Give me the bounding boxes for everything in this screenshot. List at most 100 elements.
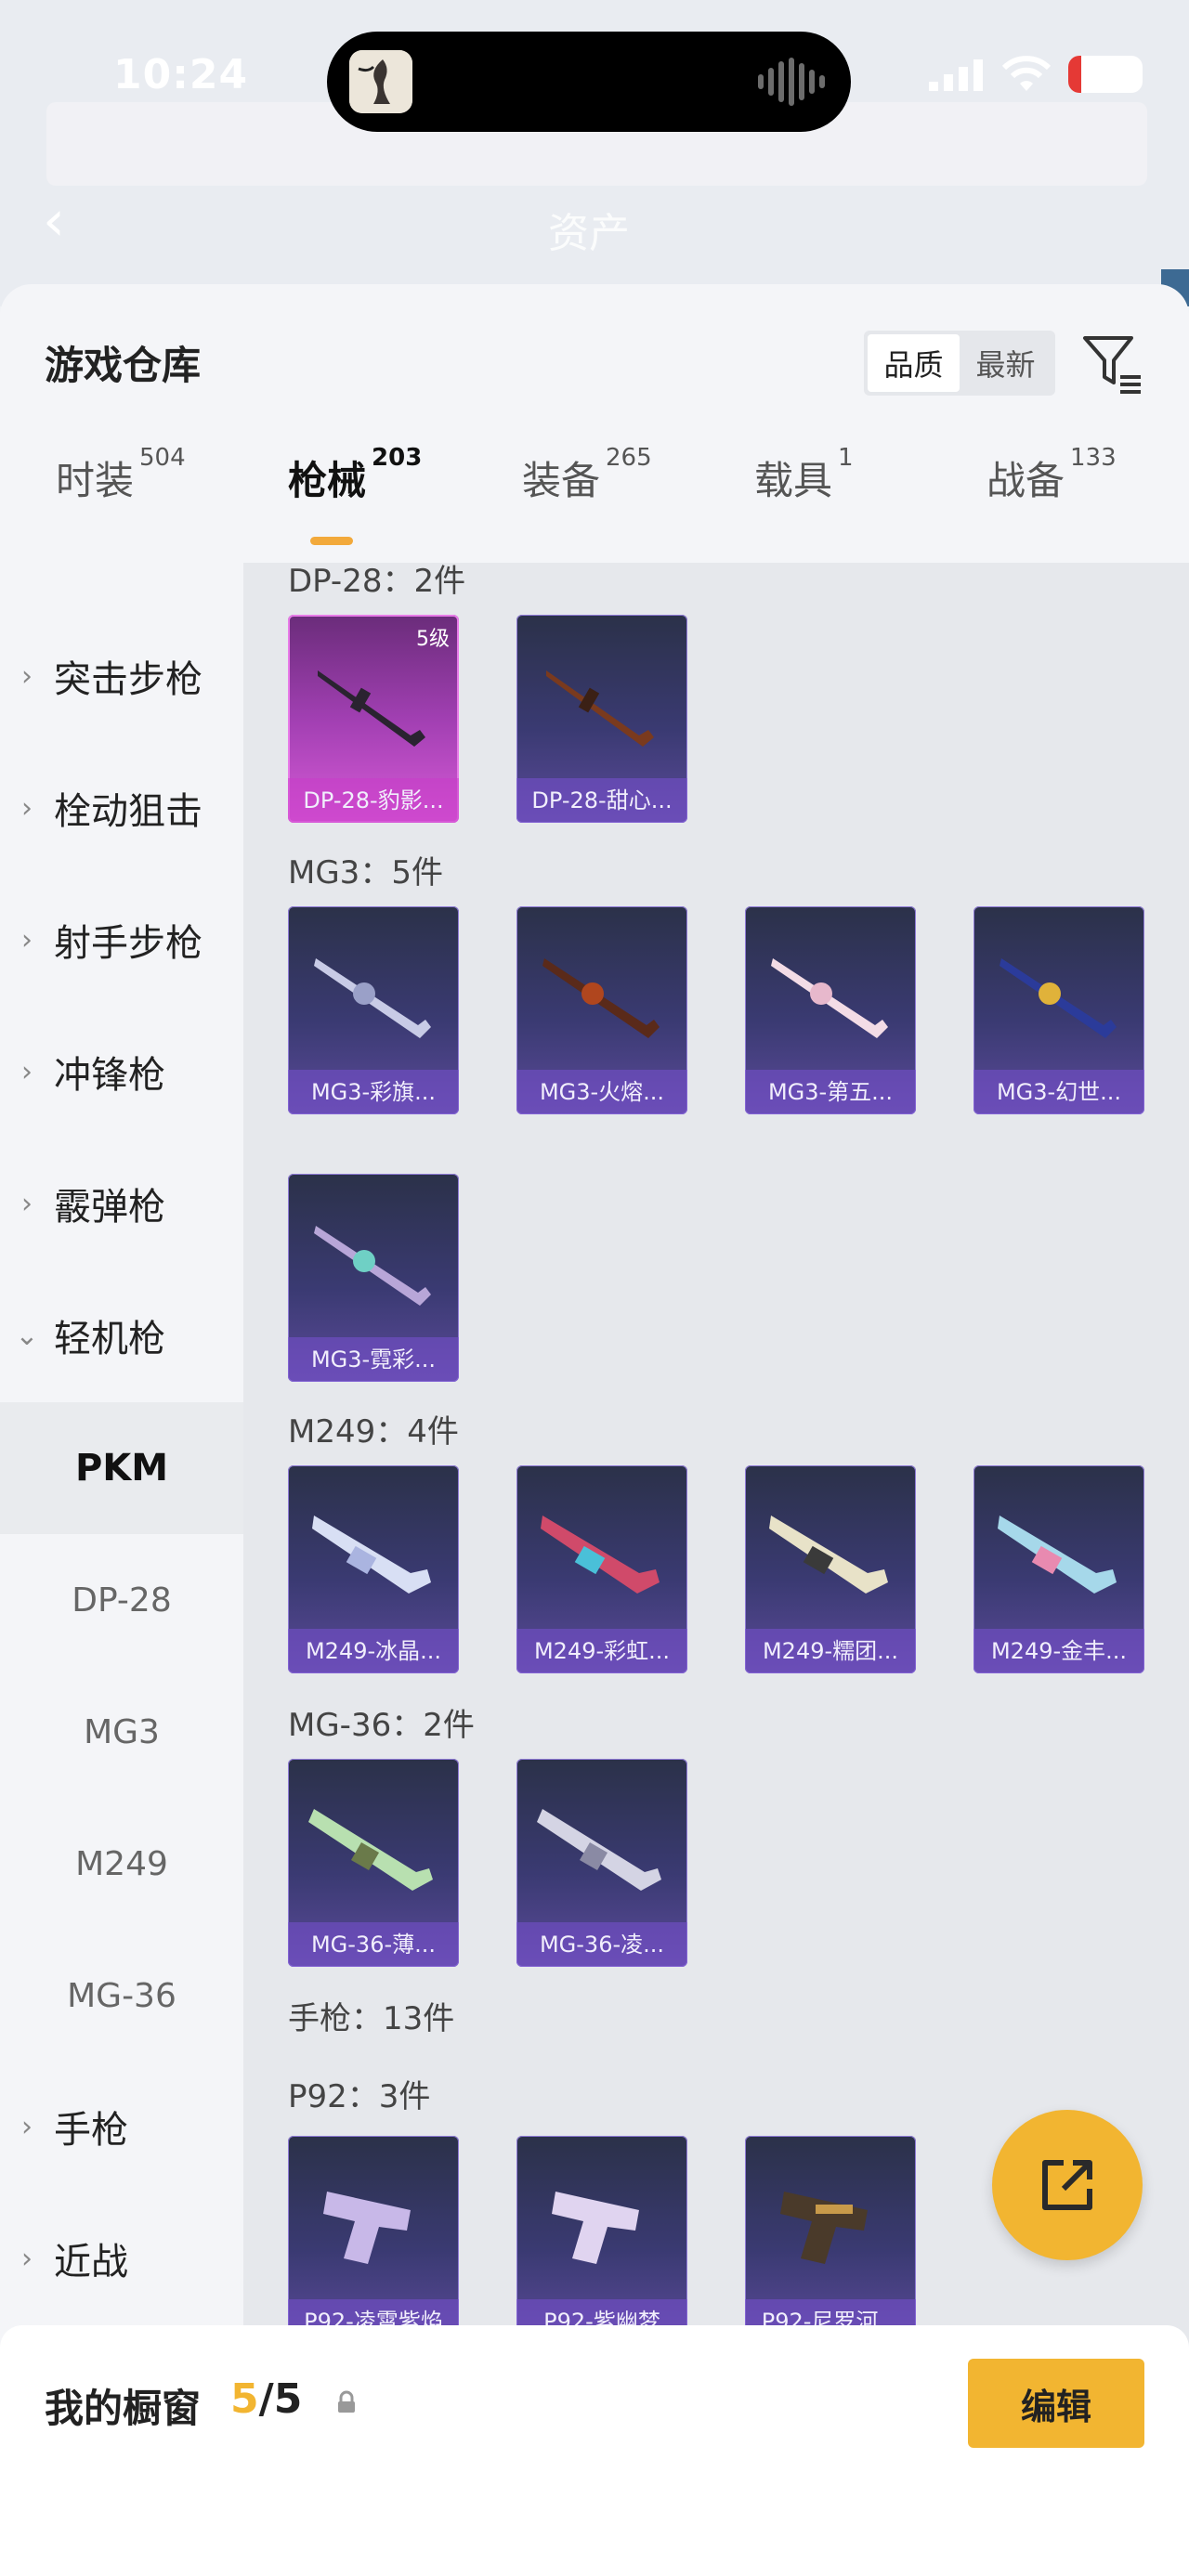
pistol-icon <box>552 2192 639 2264</box>
share-button[interactable] <box>992 2110 1143 2260</box>
active-tab-indicator <box>310 537 353 545</box>
lmg-icon <box>537 1809 661 1891</box>
item-card[interactable]: M249-彩虹... <box>516 1465 687 1673</box>
item-card[interactable]: P92-紫幽梦 <box>516 2136 687 2344</box>
lmg-icon <box>546 670 654 747</box>
section-dp28: DP-28：2件 <box>288 563 466 600</box>
item-card[interactable]: MG-36-薄... <box>288 1759 459 1967</box>
item-card[interactable]: 5级 DP-28-豹影... <box>288 615 459 823</box>
nav-smg[interactable]: › 冲锋枪 <box>0 1007 243 1137</box>
nav-lmg[interactable]: ⌄ 轻机枪 <box>0 1270 243 1400</box>
item-grid: DP-28：2件 5级 DP-28-豹影... DP-28-甜心... MG3：… <box>243 563 1189 2576</box>
tab-vehicles[interactable]: 载具 1 <box>754 444 854 506</box>
nav-shotgun[interactable]: › 霰弹枪 <box>0 1138 243 1268</box>
section-m249: M249：4件 <box>288 1413 459 1451</box>
edit-button[interactable]: 编辑 <box>968 2359 1144 2448</box>
item-name: MG-36-凌... <box>516 1922 687 1967</box>
nav-melee[interactable]: › 近战 <box>0 2193 243 2323</box>
lmg-icon <box>541 1516 660 1594</box>
app-icon <box>349 50 412 113</box>
nav-sub-mg3[interactable]: MG3 <box>0 1666 243 1798</box>
item-card[interactable]: MG3-彩旗... <box>288 906 459 1114</box>
item-name: MG3-幻世... <box>973 1070 1144 1114</box>
nav-sub-pkm[interactable]: PKM <box>0 1402 243 1534</box>
nav-marksman-rifle[interactable]: › 射手步枪 <box>0 875 243 1005</box>
back-icon[interactable]: ‹ <box>43 193 65 249</box>
sheet-title: 游戏仓库 <box>45 343 202 388</box>
chevron-right-icon: › <box>21 2110 33 2143</box>
lmg-icon <box>308 1809 433 1891</box>
lock-icon <box>338 2390 355 2413</box>
lmg-icon <box>998 1516 1117 1594</box>
tab-firearms[interactable]: 枪械 203 <box>288 444 422 506</box>
pistol-icon <box>780 2192 868 2264</box>
item-name: M249-彩虹... <box>516 1629 687 1673</box>
nav-bolt-sniper[interactable]: › 栓动狙击 <box>0 743 243 873</box>
item-card[interactable]: MG3-幻世... <box>973 906 1144 1114</box>
item-card[interactable]: M249-冰晶... <box>288 1465 459 1673</box>
audio-wave-icon <box>758 58 825 106</box>
item-card[interactable]: MG3-霓彩... <box>288 1174 459 1382</box>
item-card[interactable]: P92-凌霄紫焰 <box>288 2136 459 2344</box>
pistol-icon <box>323 2192 411 2264</box>
section-mg36: MG-36：2件 <box>288 1707 475 1744</box>
chevron-right-icon: › <box>21 659 33 693</box>
item-name: DP-28-豹影... <box>288 778 459 823</box>
lmg-icon <box>542 958 660 1038</box>
chevron-right-icon: › <box>21 923 33 956</box>
lmg-icon <box>318 670 425 747</box>
side-nav: › 突击步枪 › 栓动狙击 › 射手步枪 › 冲锋枪 › 霰弹枪 ⌄ 轻机枪 PKM DP-… <box>0 563 243 1751</box>
lmg-icon <box>312 1516 431 1594</box>
chevron-right-icon: › <box>21 2242 33 2275</box>
dynamic-island <box>327 32 851 132</box>
item-name: MG3-火熔... <box>516 1070 687 1114</box>
sort-newest-button[interactable]: 最新 <box>960 334 1052 392</box>
item-name: M249-糯团... <box>745 1629 916 1673</box>
share-icon <box>1042 2160 1092 2210</box>
item-card[interactable]: P92-尼罗河... <box>745 2136 916 2344</box>
lmg-icon <box>769 1516 888 1594</box>
chevron-right-icon: › <box>21 1055 33 1088</box>
nav-sub-m249[interactable]: M249 <box>0 1798 243 1930</box>
nav-sub-dp28[interactable]: DP-28 <box>0 1534 243 1666</box>
status-time: 10:24 <box>113 51 249 98</box>
item-card[interactable]: DP-28-甜心... <box>516 615 687 823</box>
lmg-icon <box>1000 958 1117 1038</box>
tab-gear[interactable]: 战备 133 <box>986 444 1117 506</box>
battery-icon: 12 <box>1068 56 1143 93</box>
showcase-bar: 我的橱窗 5/5 编辑 <box>0 2325 1189 2576</box>
item-card[interactable]: MG3-火熔... <box>516 906 687 1114</box>
item-name: MG3-霓彩... <box>288 1337 459 1382</box>
item-card[interactable]: MG3-第五... <box>745 906 916 1114</box>
chevron-down-icon: ⌄ <box>15 1319 39 1352</box>
section-pistol: 手枪：13件 <box>288 2000 455 2037</box>
sort-toggle: 品质 最新 <box>864 331 1055 396</box>
item-name: MG3-彩旗... <box>288 1070 459 1114</box>
item-card[interactable]: M249-金丰... <box>973 1465 1144 1673</box>
showcase-title: 我的橱窗 <box>45 2386 202 2431</box>
showcase-count: 5/5 <box>230 2375 303 2423</box>
item-name: DP-28-甜心... <box>516 778 687 823</box>
wifi-icon <box>1001 56 1052 91</box>
battery-level: 12 <box>1086 58 1125 90</box>
nav-assault-rifle[interactable]: › 突击步枪 <box>0 611 243 741</box>
lmg-icon <box>314 1226 431 1306</box>
item-card[interactable]: MG-36-凌... <box>516 1759 687 1967</box>
status-icons: 12 <box>929 56 1143 93</box>
item-card[interactable]: M249-糯团... <box>745 1465 916 1673</box>
chevron-right-icon: › <box>21 791 33 825</box>
tab-fashion[interactable]: 时装 504 <box>56 444 186 506</box>
nav-sub-mg36[interactable]: MG-36 <box>0 1930 243 2062</box>
category-tabs: 时装 504 枪械 203 装备 265 载具 1 战备 133 <box>0 444 1189 561</box>
lmg-icon <box>314 958 431 1038</box>
sort-quality-button[interactable]: 品质 <box>868 334 960 392</box>
filter-icon[interactable] <box>1079 331 1146 397</box>
signal-icon <box>929 59 983 91</box>
item-name: M249-金丰... <box>973 1629 1144 1673</box>
tab-equipment[interactable]: 装备 265 <box>522 444 652 506</box>
section-mg3: MG3：5件 <box>288 854 443 891</box>
nav-pistol[interactable]: › 手枪 <box>0 2062 243 2192</box>
item-name: MG3-第五... <box>745 1070 916 1114</box>
item-name: M249-冰晶... <box>288 1629 459 1673</box>
item-name: MG-36-薄... <box>288 1922 459 1967</box>
